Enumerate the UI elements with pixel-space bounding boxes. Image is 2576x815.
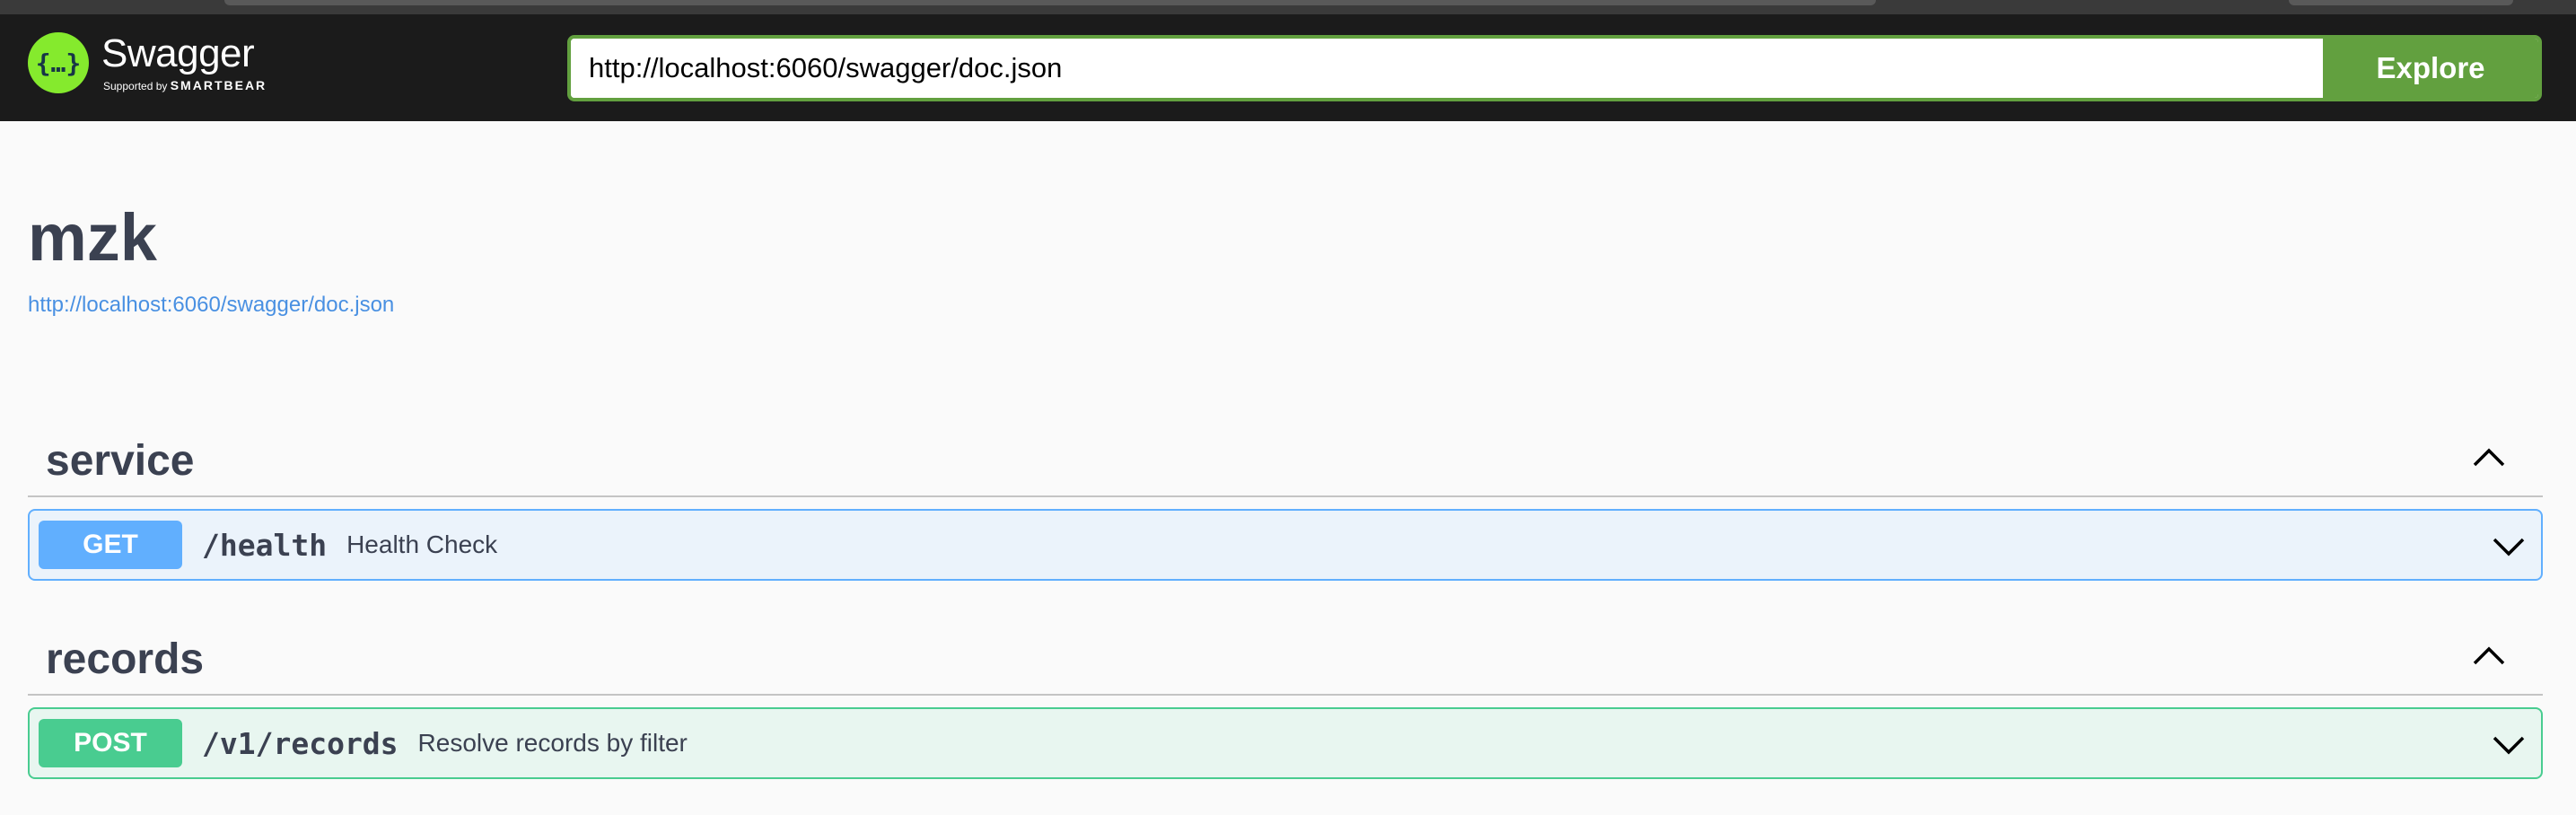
spec-url-link[interactable]: http://localhost:6060/swagger/doc.json: [28, 293, 394, 318]
operation-path: /v1/records: [202, 725, 399, 761]
topbar: {…} Swagger Supported by SMARTBEAR Explo…: [0, 14, 2576, 121]
logo-sub-brand: SMARTBEAR: [170, 78, 267, 92]
logo-text: Swagger Supported by SMARTBEAR: [101, 34, 267, 92]
logo-sub-prefix: Supported by: [103, 80, 171, 92]
tag-title: records: [46, 635, 205, 683]
operation-summary: Resolve records by filter: [417, 729, 688, 757]
browser-top-strip: [0, 0, 2576, 14]
browser-tab-strip: [224, 0, 1876, 5]
operation-path: /health: [202, 527, 328, 563]
page-title: mzk: [28, 200, 157, 275]
tag-section-records[interactable]: records: [28, 615, 2543, 696]
url-input[interactable]: [571, 39, 2323, 98]
chevron-down-icon[interactable]: [2491, 534, 2527, 559]
tag-section-service[interactable]: service: [28, 416, 2543, 497]
logo-title: Swagger: [101, 31, 255, 75]
swagger-logo-icon: {…}: [28, 32, 89, 93]
method-badge: GET: [39, 521, 182, 569]
operation-summary: Health Check: [346, 530, 498, 558]
logo-subtitle: Supported by SMARTBEAR: [103, 79, 267, 92]
swagger-logo[interactable]: {…} Swagger Supported by SMARTBEAR: [28, 32, 267, 93]
chevron-up-icon[interactable]: [2471, 443, 2507, 470]
browser-tab-strip-right: [2289, 0, 2513, 5]
url-form: Explore: [567, 35, 2542, 101]
explore-button[interactable]: Explore: [2323, 39, 2538, 98]
method-badge: POST: [39, 719, 182, 767]
operation-get-health[interactable]: GET /health Health Check: [28, 509, 2543, 581]
chevron-down-icon[interactable]: [2491, 732, 2527, 758]
operation-post-records[interactable]: POST /v1/records Resolve records by filt…: [28, 707, 2543, 779]
tag-title: service: [46, 437, 195, 485]
chevron-up-icon[interactable]: [2471, 642, 2507, 669]
